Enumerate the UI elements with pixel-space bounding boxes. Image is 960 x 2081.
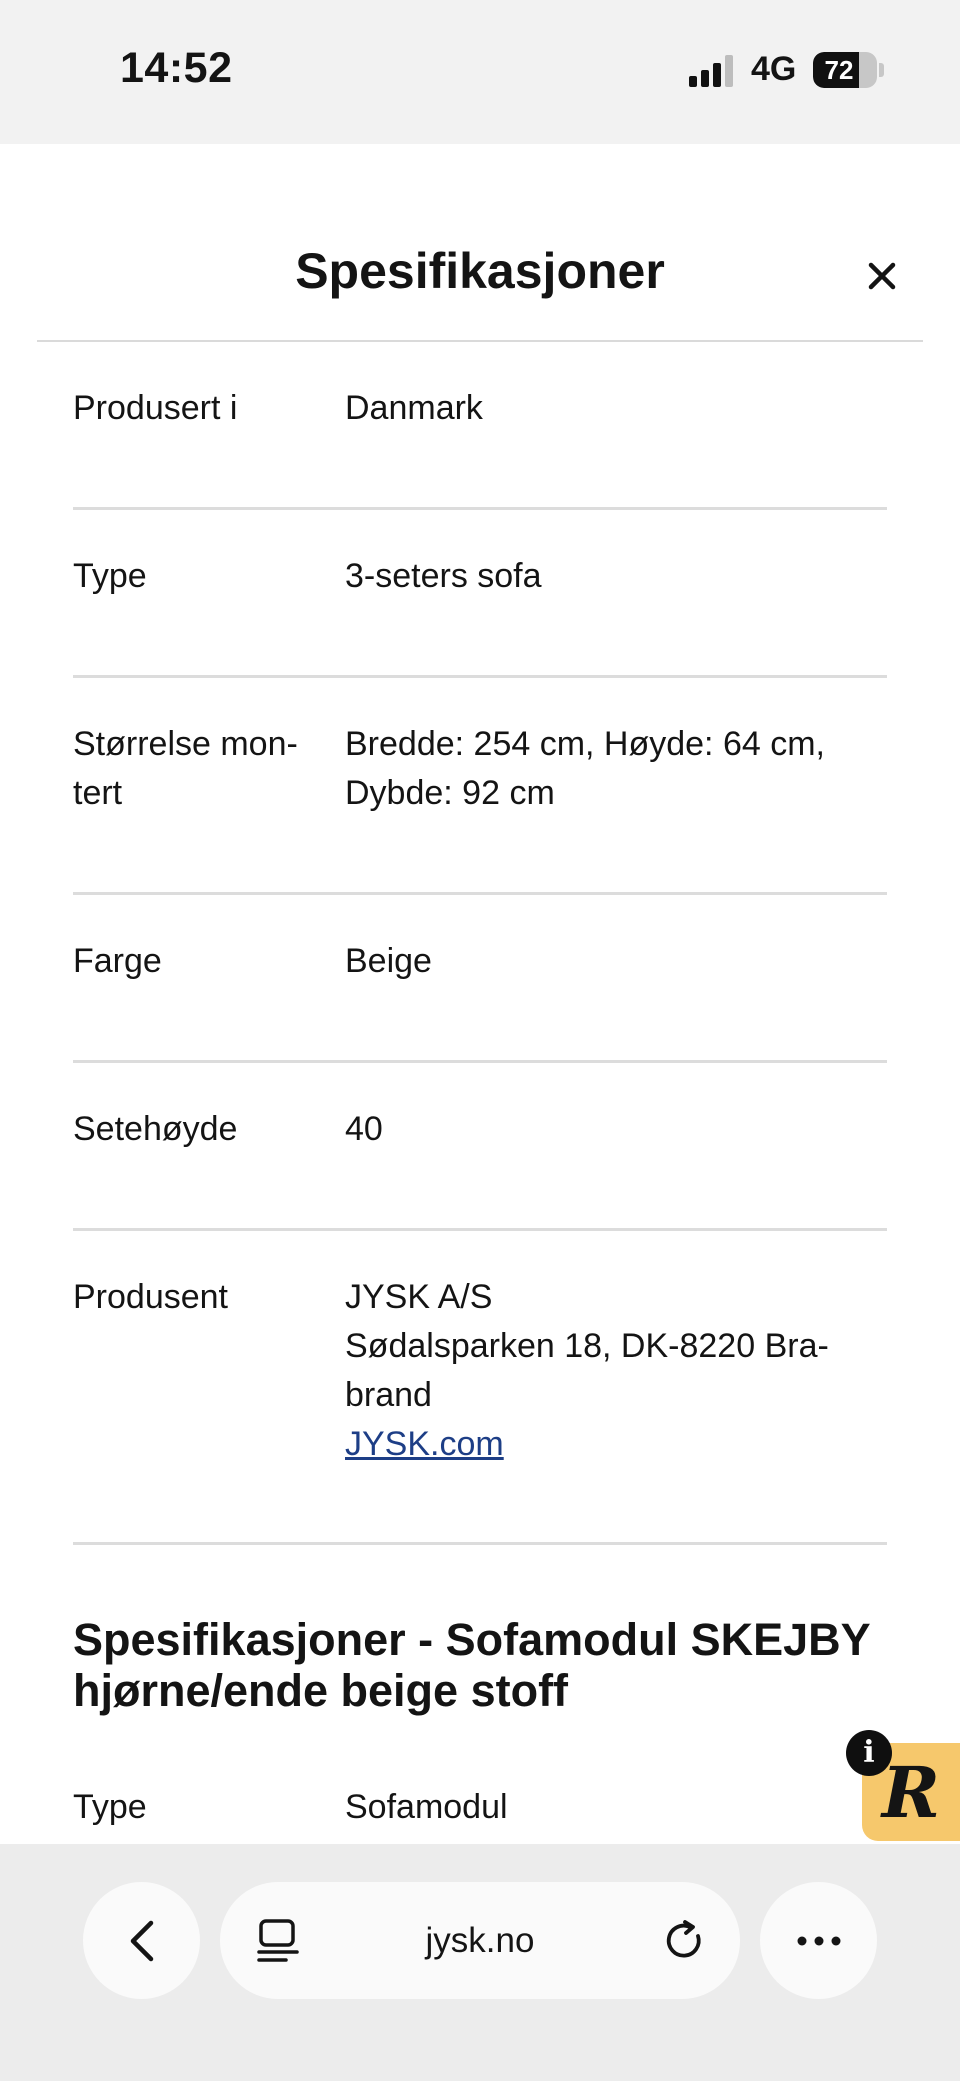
spec-label: Størrelse mon- tert: [73, 720, 345, 892]
spec-value-line: 3-seters sofa: [345, 557, 542, 595]
spec-row-size: Størrelse mon- tert Bredde: 254 cm, Høyd…: [73, 678, 887, 895]
spec-label: Produsert i: [73, 389, 238, 427]
spec-value-line: JYSK A/S: [345, 1278, 493, 1316]
spec-value: Sofamodul: [345, 1788, 508, 1826]
close-button[interactable]: [858, 252, 906, 300]
spec-value-line: Dybde: 92 cm: [345, 774, 555, 812]
spec-row-produced-in: Produsert i Danmark: [73, 342, 887, 510]
spec-value: Bredde: 254 cm, Høyde: 64 cm, Dybde: 92 …: [345, 720, 887, 892]
browser-toolbar: jysk.no: [0, 1844, 960, 2081]
spec-row-seat-height: Setehøyde 40: [73, 1063, 887, 1231]
spec-label: Setehøyde: [73, 1110, 238, 1148]
url-text[interactable]: jysk.no: [320, 1882, 640, 1999]
spec-label-line: Størrelse mon-: [73, 725, 298, 763]
badge-logo-icon: R: [881, 1750, 941, 1834]
spec-value-line: Beige: [345, 942, 432, 980]
spec-value-line: Sødalsparken 18, DK-8220 Bra-: [345, 1327, 829, 1365]
chevron-left-icon: [130, 1920, 153, 1961]
status-time: 14:52: [120, 44, 233, 92]
manufacturer-link[interactable]: JYSK.com: [345, 1420, 887, 1469]
close-icon: [868, 262, 896, 290]
status-bar: 14:52 4G 72: [0, 0, 960, 144]
spec-value: Beige: [345, 937, 887, 1060]
spec-value: Danmark: [345, 384, 887, 507]
spec-row-type: Type 3-seters sofa: [73, 510, 887, 678]
spec-value-line: brand: [345, 1376, 432, 1414]
spec-label: Produsent: [73, 1278, 228, 1316]
battery-level: 72: [824, 55, 854, 85]
spec-label: Type: [73, 1788, 147, 1826]
spec-value-line: 40: [345, 1110, 383, 1148]
more-button[interactable]: [760, 1882, 877, 1999]
spec-value: JYSK A/S Sødalsparken 18, DK-8220 Bra- b…: [345, 1273, 887, 1542]
spec-value-line: Bredde: 254 cm, Høyde: 64 cm,: [345, 725, 825, 763]
spec-value: 3-seters sofa: [345, 552, 887, 675]
spec-row-module-type: Type Sofamodul: [73, 1783, 887, 1832]
info-icon[interactable]: i: [846, 1730, 892, 1776]
spec-label: Type: [73, 557, 147, 595]
battery-cap: [879, 63, 884, 77]
specifications-sheet: Spesifikasjoner Produsert i Danmark Type…: [0, 144, 960, 1844]
sheet-title: Spesifikasjoner: [295, 243, 665, 299]
spec-value-line: Danmark: [345, 389, 483, 427]
section-title-line: hjørne/ende beige stoff: [73, 1665, 569, 1716]
more-dots-icon: [797, 1936, 840, 1945]
spec-label: Farge: [73, 942, 162, 980]
spec-row-color: Farge Beige: [73, 895, 887, 1063]
spec-value: 40: [345, 1105, 887, 1228]
network-type: 4G: [751, 50, 797, 88]
spec-row-manufacturer: Produsent JYSK A/S Sødalsparken 18, DK-8…: [73, 1231, 887, 1545]
spec-label-line: tert: [73, 774, 123, 812]
section-title: Spesifikasjoner - Sofamodul SKEJBY hjørn…: [73, 1614, 887, 1716]
address-bar[interactable]: jysk.no: [220, 1882, 740, 1999]
reload-icon[interactable]: [662, 1918, 708, 1964]
back-button[interactable]: [83, 1882, 200, 1999]
spec-table: Produsert i Danmark Type 3-seters sofa S…: [73, 342, 887, 1545]
section-title-line: Spesifikasjoner - Sofamodul SKEJBY: [73, 1614, 871, 1665]
tabs-icon[interactable]: [256, 1918, 300, 1964]
battery-icon: 72: [813, 52, 877, 88]
signal-bars-icon: [689, 55, 737, 87]
